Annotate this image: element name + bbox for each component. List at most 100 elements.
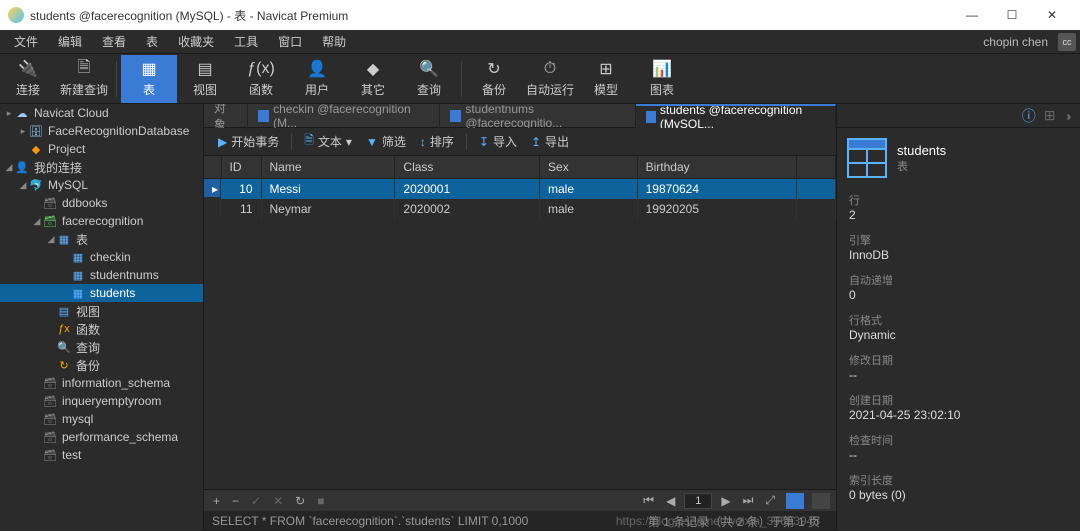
table-row[interactable]: 11Neymar2020002male19920205 xyxy=(204,199,836,219)
toolbar-图表[interactable]: 📊图表 xyxy=(634,55,690,103)
col-Name[interactable]: Name xyxy=(261,156,395,179)
tree-备份[interactable]: ↻备份 xyxy=(0,356,203,374)
tree-students[interactable]: ▦students xyxy=(0,284,203,302)
tree-studentnums[interactable]: ▦studentnums xyxy=(0,266,203,284)
export-button[interactable]: ↥导出 xyxy=(525,131,575,152)
tree-我的连接[interactable]: ◢👤我的连接 xyxy=(0,158,203,176)
toolbar-视图[interactable]: ▤视图 xyxy=(177,55,233,103)
add-row-button[interactable]: + xyxy=(210,494,223,508)
menu-表[interactable]: 表 xyxy=(136,33,168,50)
toolbar-模型[interactable]: ⊞模型 xyxy=(578,55,634,103)
delete-row-button[interactable]: − xyxy=(229,494,242,508)
data-grid[interactable]: IDNameClassSexBirthday▸10Messi2020001mal… xyxy=(204,156,836,489)
menu-帮助[interactable]: 帮助 xyxy=(312,33,356,50)
备份-icon: ↻ xyxy=(484,59,504,79)
tab-studentnum[interactable]: studentnums @facerecognitio... xyxy=(440,104,636,128)
toolbar-用户[interactable]: 👤用户 xyxy=(289,55,345,103)
grid-toolbar: ▶开始事务 🗎文本 ▾ ▼筛选 ↕排序 ↧导入 ↥导出 xyxy=(204,128,836,156)
cancel-edit-button[interactable]: ✕ xyxy=(270,494,286,508)
tree-checkin[interactable]: ▦checkin xyxy=(0,248,203,266)
menu-工具[interactable]: 工具 xyxy=(224,33,268,50)
tree-inqueryemptyroom[interactable]: 🗃inqueryemptyroom xyxy=(0,392,203,410)
info-tab-general[interactable]: ⓘ xyxy=(1022,106,1036,126)
toolbar-表[interactable]: ▦表 xyxy=(121,55,177,103)
prev-page-button[interactable]: ◀ xyxy=(663,494,678,508)
next-page-button[interactable]: ▶ xyxy=(718,494,733,508)
maximize-button[interactable]: ☐ xyxy=(992,0,1032,30)
commit-button[interactable]: ✓ xyxy=(248,494,264,508)
grid-view-button[interactable] xyxy=(786,493,804,509)
tree-information_schema[interactable]: 🗃information_schema xyxy=(0,374,203,392)
first-page-button[interactable]: ⏮ xyxy=(640,493,657,508)
toolbar-连接[interactable]: 🔌连接 xyxy=(0,55,56,103)
menu-查看[interactable]: 查看 xyxy=(92,33,136,50)
tree-表[interactable]: ◢▦表 xyxy=(0,230,203,248)
tree-ddbooks[interactable]: 🗃ddbooks xyxy=(0,194,203,212)
page-input[interactable] xyxy=(684,493,712,509)
user-name[interactable]: chopin chen xyxy=(983,35,1048,49)
toolbar-备份[interactable]: ↻备份 xyxy=(466,55,522,103)
toolbar-查询[interactable]: 🔍查询 xyxy=(401,55,457,103)
menu-收藏夹[interactable]: 收藏夹 xyxy=(168,33,224,50)
tree-FaceRecognitionDatabase[interactable]: ▸🗄FaceRecognitionDatabase xyxy=(0,122,203,140)
form-view-button[interactable] xyxy=(812,493,830,509)
tree-test[interactable]: 🗃test xyxy=(0,446,203,464)
tree-performance_schema[interactable]: 🗃performance_schema xyxy=(0,428,203,446)
tree-toggle-icon[interactable]: ◢ xyxy=(4,162,14,173)
tree-mysql[interactable]: 🗃mysql xyxy=(0,410,203,428)
tab-students @[interactable]: students @facerecognition (MySQL... xyxy=(636,104,836,128)
menu-文件[interactable]: 文件 xyxy=(4,33,48,50)
cell[interactable]: male xyxy=(540,199,638,219)
stop-button[interactable]: ■ xyxy=(314,494,327,508)
page-settings-button[interactable]: ⤢ xyxy=(762,493,778,508)
col-Sex[interactable]: Sex xyxy=(540,156,638,179)
text-button[interactable]: 🗎文本 ▾ xyxy=(298,129,358,154)
col-Class[interactable]: Class xyxy=(395,156,540,179)
toolbar-自动运行[interactable]: ⏱自动运行 xyxy=(522,55,578,103)
begin-transaction-button[interactable]: ▶开始事务 xyxy=(212,131,285,152)
last-page-button[interactable]: ⏭ xyxy=(740,493,757,508)
tree-toggle-icon[interactable]: ◢ xyxy=(18,180,28,191)
cell[interactable]: 10 xyxy=(221,179,261,200)
toolbar-新建查询[interactable]: 🗎新建查询 xyxy=(56,55,112,103)
tree-函数[interactable]: ƒx函数 xyxy=(0,320,203,338)
tree-label: 我的连接 xyxy=(34,159,82,176)
tree-Project[interactable]: ◆Project xyxy=(0,140,203,158)
tree-toggle-icon[interactable]: ◢ xyxy=(46,234,56,245)
tree-facerecognition[interactable]: ◢🗃facerecognition xyxy=(0,212,203,230)
import-button[interactable]: ↧导入 xyxy=(473,131,523,152)
table-row[interactable]: ▸10Messi2020001male19870624 xyxy=(204,179,836,200)
close-button[interactable]: ✕ xyxy=(1032,0,1072,30)
menu-窗口[interactable]: 窗口 xyxy=(268,33,312,50)
tree-toggle-icon[interactable]: ▸ xyxy=(18,126,28,137)
cell[interactable]: 19920205 xyxy=(637,199,797,219)
tab-对象[interactable]: 对象 xyxy=(204,104,248,128)
cell[interactable]: 19870624 xyxy=(637,179,797,200)
cell[interactable]: Messi xyxy=(261,179,395,200)
user-avatar[interactable]: cc xyxy=(1058,33,1076,51)
cell[interactable]: 11 xyxy=(221,199,261,219)
cell[interactable]: 2020002 xyxy=(395,199,540,219)
sort-button[interactable]: ↕排序 xyxy=(414,131,460,152)
menu-编辑[interactable]: 编辑 xyxy=(48,33,92,50)
col-Birthday[interactable]: Birthday xyxy=(637,156,797,179)
toolbar-其它[interactable]: ◆其它 xyxy=(345,55,401,103)
tree-查询[interactable]: 🔍查询 xyxy=(0,338,203,356)
tab-checkin @f[interactable]: checkin @facerecognition (M... xyxy=(248,104,440,128)
cell[interactable]: 2020001 xyxy=(395,179,540,200)
toolbar-函数[interactable]: ƒ(x)函数 xyxy=(233,55,289,103)
cell[interactable]: male xyxy=(540,179,638,200)
refresh-button[interactable]: ↻ xyxy=(292,494,308,508)
tree-MySQL[interactable]: ◢🐬MySQL xyxy=(0,176,203,194)
filter-button[interactable]: ▼筛选 xyxy=(360,131,412,152)
info-tab-preview[interactable]: ◑ xyxy=(1064,108,1072,124)
tree-Navicat Cloud[interactable]: ▸☁Navicat Cloud xyxy=(0,104,203,122)
tree-视图[interactable]: ▤视图 xyxy=(0,302,203,320)
tree-toggle-icon[interactable]: ◢ xyxy=(32,216,42,227)
minimize-button[interactable]: — xyxy=(952,0,992,30)
cell[interactable]: Neymar xyxy=(261,199,395,219)
connection-tree[interactable]: ▸☁Navicat Cloud▸🗄FaceRecognitionDatabase… xyxy=(0,104,204,531)
tree-toggle-icon[interactable]: ▸ xyxy=(4,108,14,119)
info-tab-ddl[interactable]: ⊞ xyxy=(1044,107,1056,124)
col-ID[interactable]: ID xyxy=(221,156,261,179)
